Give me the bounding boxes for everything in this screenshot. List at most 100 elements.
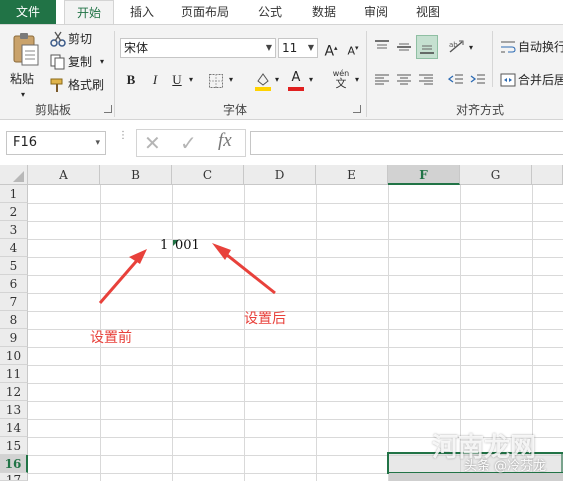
font-name-combo[interactable]: 宋体 ▼ (120, 38, 276, 58)
font-color-dropdown-icon[interactable]: ▾ (306, 70, 316, 90)
row-header[interactable]: 10 (0, 347, 28, 365)
cancel-icon[interactable]: ✕ (144, 131, 161, 155)
tab-formulas[interactable]: 公式 (248, 0, 292, 24)
merge-center-button[interactable]: 合并后居 (518, 70, 563, 90)
column-header-a[interactable]: A (28, 165, 100, 185)
paste-icon[interactable] (10, 31, 40, 67)
row-header[interactable]: 12 (0, 383, 28, 401)
align-middle-icon[interactable] (396, 39, 412, 55)
tab-file[interactable]: 文件 (0, 0, 56, 24)
selection-fill (389, 473, 563, 481)
copy-icon[interactable] (50, 54, 66, 70)
phonetic-dropdown-icon[interactable]: ▾ (352, 70, 362, 90)
align-top-icon[interactable] (374, 39, 390, 55)
tab-review[interactable]: 审阅 (354, 0, 398, 24)
column-header-c[interactable]: C (172, 165, 244, 185)
clipboard-group-label: 剪贴板 (34, 103, 71, 117)
tab-view[interactable]: 视图 (406, 0, 450, 24)
chevron-down-icon[interactable]: ▾ (95, 132, 100, 154)
column-header-b[interactable]: B (100, 165, 172, 185)
row-header[interactable]: 2 (0, 203, 28, 221)
row-header[interactable]: 8 (0, 311, 28, 329)
row-header[interactable]: 6 (0, 275, 28, 293)
format-painter-icon[interactable] (50, 77, 66, 93)
font-size-combo[interactable]: 11 ▼ (278, 38, 318, 58)
fill-color-dropdown-icon[interactable]: ▾ (272, 70, 282, 90)
phonetic-bottom: 文 (335, 77, 347, 90)
alignment-group-label: 对齐方式 (455, 103, 504, 117)
row-header[interactable]: 4 (0, 239, 28, 257)
italic-button[interactable]: I (146, 70, 164, 90)
row-header[interactable]: 17 (0, 473, 28, 481)
cut-button[interactable]: 剪切 (68, 29, 92, 49)
row-header[interactable]: 13 (0, 401, 28, 419)
orientation-icon[interactable]: ab (448, 38, 466, 56)
row-header[interactable]: 11 (0, 365, 28, 383)
decrease-indent-icon[interactable] (447, 72, 464, 88)
paste-dropdown-icon[interactable]: ▾ (21, 85, 25, 105)
select-all-corner[interactable] (0, 165, 28, 185)
row-header[interactable]: 9 (0, 329, 28, 347)
font-color-button[interactable]: A (288, 69, 304, 91)
chevron-down-icon: ▼ (307, 43, 314, 52)
gridline (28, 419, 563, 420)
column-header-f[interactable]: F (388, 165, 460, 185)
phonetic-guide-icon[interactable]: wén 文 (330, 69, 352, 91)
align-left-icon[interactable] (374, 72, 390, 88)
increase-font-button[interactable]: A▴ (322, 38, 340, 60)
wrap-text-icon[interactable] (500, 39, 516, 55)
row-header[interactable]: 1 (0, 185, 28, 203)
tab-insert[interactable]: 插入 (120, 0, 164, 24)
wrap-text-button[interactable]: 自动换行 (518, 37, 563, 57)
row-header[interactable]: 14 (0, 419, 28, 437)
enter-icon[interactable]: ✓ (180, 131, 197, 155)
column-header-e[interactable]: E (316, 165, 388, 185)
format-painter-button[interactable]: 格式刷 (68, 75, 104, 95)
column-header-d[interactable]: D (244, 165, 316, 185)
align-right-icon[interactable] (418, 72, 434, 88)
column-header-h[interactable] (532, 165, 563, 185)
gridline (28, 383, 563, 384)
gridline (28, 257, 563, 258)
chevron-down-icon: ▼ (265, 43, 272, 52)
column-header-g[interactable]: G (460, 165, 532, 185)
underline-dropdown-icon[interactable]: ▾ (186, 70, 196, 90)
gridline (28, 293, 563, 294)
decrease-font-button[interactable]: A▾ (344, 38, 362, 58)
row-header[interactable]: 15 (0, 437, 28, 455)
cell-b4[interactable]: 1 (160, 238, 168, 253)
tab-data[interactable]: 数据 (302, 0, 346, 24)
name-box[interactable]: F16 ▾ (6, 131, 106, 155)
tab-page-layout[interactable]: 页面布局 (172, 0, 238, 24)
copy-dropdown-icon[interactable]: ▾ (100, 52, 104, 72)
cell-c4[interactable]: 001 (175, 238, 200, 253)
formula-bar-grip-icon: ⋮ (118, 130, 128, 141)
merge-center-icon[interactable] (500, 72, 516, 88)
row-header[interactable]: 5 (0, 257, 28, 275)
tab-home[interactable]: 开始 (64, 0, 114, 25)
orientation-dropdown-icon[interactable]: ▾ (466, 38, 476, 58)
font-name-value: 宋体 (124, 41, 149, 55)
increase-indent-icon[interactable] (470, 72, 486, 88)
row-header-selected[interactable]: 16 (0, 455, 28, 473)
bold-button[interactable]: B (122, 70, 140, 90)
row-header[interactable]: 7 (0, 293, 28, 311)
copy-button[interactable]: 复制 (68, 52, 92, 72)
worksheet-grid[interactable]: A B C D E F G 1 2 3 4 5 6 7 8 9 10 11 12… (0, 165, 563, 481)
clipboard-launcher-icon[interactable] (104, 105, 112, 113)
underline-button[interactable]: U (168, 70, 186, 90)
scissors-icon[interactable] (50, 31, 66, 47)
fill-color-icon[interactable] (254, 71, 272, 91)
font-group-label: 字体 (222, 103, 247, 117)
group-divider (114, 31, 115, 117)
borders-dropdown-icon[interactable]: ▾ (226, 70, 236, 90)
borders-icon[interactable] (208, 73, 224, 89)
svg-text:ab: ab (449, 41, 458, 49)
align-bottom-icon[interactable] (416, 35, 438, 59)
insert-function-icon[interactable]: fx (218, 130, 232, 152)
formula-input[interactable] (250, 131, 563, 155)
ribbon-home: 粘贴 ▾ 剪切 复制 ▾ 格式刷 剪贴板 宋体 ▼ 11 ▼ A▴ A▾ B I… (0, 24, 563, 120)
align-center-icon[interactable] (396, 72, 412, 88)
row-header[interactable]: 3 (0, 221, 28, 239)
font-launcher-icon[interactable] (353, 105, 361, 113)
